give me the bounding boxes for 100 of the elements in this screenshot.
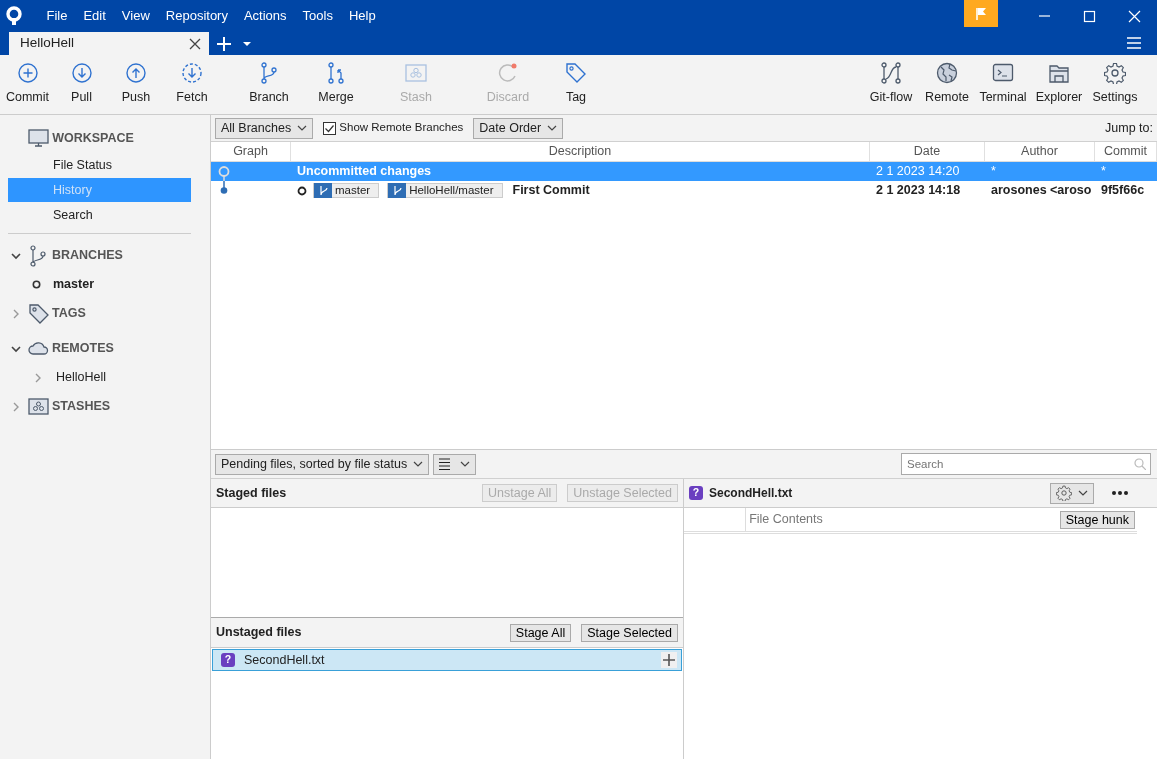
column-header[interactable]: Description xyxy=(291,142,870,161)
stage-hunk-button[interactable]: Stage hunk xyxy=(1059,510,1135,529)
remote-branches-checkbox[interactable]: Show Remote Branches xyxy=(323,119,464,137)
flow-icon xyxy=(880,62,902,85)
search-field[interactable]: Search xyxy=(901,453,1151,475)
sidebar-item[interactable]: File Status xyxy=(8,153,191,177)
commit-hash: 9f5f66c xyxy=(1101,182,1145,200)
sidebar-item[interactable]: master xyxy=(53,275,94,294)
sidebar-item[interactable]: Search xyxy=(8,203,191,227)
stage-file-button[interactable] xyxy=(661,652,677,668)
commit-author: arosones <aroso xyxy=(991,182,1092,200)
head-icon xyxy=(297,185,307,196)
column-header[interactable]: Commit xyxy=(1095,142,1157,161)
status-icon: ? xyxy=(221,653,235,667)
jump-label: Jump to: xyxy=(1105,119,1153,137)
search-icon xyxy=(1134,458,1146,470)
chevron-icon xyxy=(1078,490,1088,496)
section-title: REMOTES xyxy=(52,340,114,358)
commit-message: First Commit xyxy=(512,182,590,200)
logo-icon xyxy=(6,6,23,26)
file-row[interactable]: ? SecondHell.txt xyxy=(212,649,682,671)
file-name: SecondHell.txt xyxy=(709,485,794,502)
commit-hash: * xyxy=(1101,163,1106,181)
branch-icon xyxy=(317,185,329,196)
toolbar-button[interactable]: Push xyxy=(108,55,164,114)
commit-date: 2 1 2023 14:20 xyxy=(876,163,960,181)
section-title: TAGS xyxy=(52,305,86,323)
toolbar-button[interactable]: Fetch xyxy=(164,55,220,114)
column-header[interactable]: Date xyxy=(870,142,985,161)
panel-title: Staged files xyxy=(216,484,288,502)
toolbar-button[interactable]: Branch xyxy=(230,55,308,114)
settings-icon xyxy=(1056,485,1072,501)
commit-message: Uncommitted changes xyxy=(297,163,432,181)
toolbar-button[interactable]: Terminal xyxy=(975,55,1031,114)
plus-icon xyxy=(663,654,675,666)
menu-item[interactable]: Actions xyxy=(235,6,295,26)
list-icon xyxy=(439,458,451,470)
chevron-icon xyxy=(547,125,558,131)
section-title: BRANCHES xyxy=(52,247,123,265)
menu-item[interactable]: Edit xyxy=(75,6,114,26)
view-dropdown[interactable] xyxy=(433,453,477,475)
merge-icon xyxy=(325,62,347,85)
branch-label[interactable]: HelloHell/master xyxy=(387,183,503,198)
maximize-icon[interactable] xyxy=(1083,9,1096,23)
sidebar-item[interactable]: HelloHell xyxy=(56,368,107,387)
stage-button[interactable]: Stage All xyxy=(509,623,572,642)
settings-icon xyxy=(1104,62,1126,85)
status-icon: ? xyxy=(689,486,703,500)
monitor-icon xyxy=(28,129,49,147)
branch-icon xyxy=(258,62,280,85)
branch-label[interactable]: master xyxy=(313,183,380,198)
toolbar-button[interactable]: Commit xyxy=(0,55,55,114)
flag-icon xyxy=(975,6,987,21)
menu-item[interactable]: File xyxy=(38,6,76,26)
order-dropdown[interactable]: Date Order xyxy=(473,117,564,139)
branch-icon xyxy=(28,244,49,267)
chevron-icon xyxy=(460,461,471,467)
stash-icon xyxy=(28,395,49,418)
toolbar-button[interactable]: Explorer xyxy=(1031,55,1087,114)
toolbar-button[interactable]: Tag xyxy=(548,55,604,114)
plus-circle-icon xyxy=(16,62,39,85)
toolbar-button[interactable]: Remote xyxy=(919,55,975,114)
commit-author: * xyxy=(991,163,996,181)
branch-dropdown[interactable]: All Branches xyxy=(215,117,314,139)
section-title: WORKSPACE xyxy=(52,129,134,147)
menu-item[interactable]: View xyxy=(113,6,158,26)
repo-tab[interactable]: HelloHell xyxy=(9,32,209,55)
section-title: STASHES xyxy=(52,398,111,416)
tag-icon xyxy=(28,302,49,325)
tag-icon xyxy=(565,62,587,85)
add-icon[interactable] xyxy=(217,37,231,51)
gear-dropdown[interactable] xyxy=(1050,482,1094,504)
checkbox-icon xyxy=(323,121,337,135)
folder-icon xyxy=(1048,62,1070,85)
menu-icon[interactable] xyxy=(1127,37,1141,49)
chevron-icon xyxy=(297,125,308,131)
toolbar-button[interactable]: Pull xyxy=(55,55,108,114)
toolbar-button[interactable]: Settings xyxy=(1087,55,1143,114)
chevron-icon xyxy=(413,461,424,467)
column-header: File Contents xyxy=(748,511,824,529)
more-icon[interactable] xyxy=(1112,491,1128,495)
menu-item[interactable]: Tools xyxy=(294,6,341,26)
branch-icon xyxy=(391,185,403,196)
caret-icon[interactable] xyxy=(243,42,251,46)
sort-dropdown[interactable]: Pending files, sorted by file status xyxy=(215,453,430,475)
toolbar-button[interactable]: Git-flow xyxy=(863,55,919,114)
stash-icon xyxy=(405,62,427,85)
column-header[interactable]: Graph xyxy=(211,142,291,161)
menu-item[interactable]: Repository xyxy=(157,6,236,26)
commit-date: 2 1 2023 14:18 xyxy=(876,182,961,200)
toolbar-button[interactable]: Merge xyxy=(308,55,364,114)
commit-row[interactable]: master HelloHell/master First Commit 2 1 2023 14:18 arosones <aroso 9f5f66c xyxy=(211,181,1157,200)
column-header[interactable]: Author xyxy=(985,142,1095,161)
file-name: SecondHell.txt xyxy=(244,651,326,669)
globe-icon xyxy=(936,62,958,85)
close-icon[interactable] xyxy=(189,37,201,50)
undo-icon xyxy=(497,62,519,85)
menu-item[interactable]: Help xyxy=(340,6,384,26)
panel-title: Unstaged files xyxy=(216,624,303,642)
stage-button[interactable]: Stage Selected xyxy=(581,623,678,642)
